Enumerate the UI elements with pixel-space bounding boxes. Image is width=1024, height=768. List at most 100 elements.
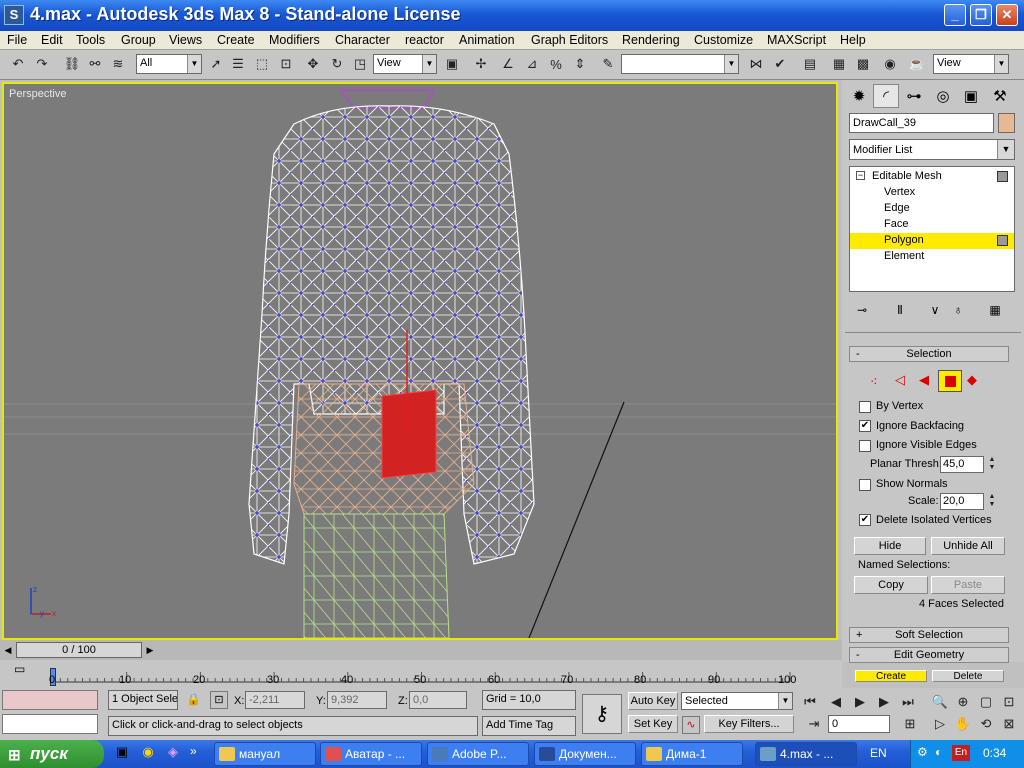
edit-named-selections-icon[interactable]: ✎ [598, 54, 618, 74]
start-button[interactable]: ⊞ пуск [0, 740, 104, 768]
paste-button[interactable]: Paste [931, 576, 1005, 594]
maxscript-listener-mini[interactable] [2, 690, 98, 710]
percent-snap-icon[interactable]: % [546, 54, 566, 74]
stack-item-edge[interactable]: Edge [850, 201, 1014, 217]
by-vertex-checkbox[interactable] [859, 401, 871, 413]
spinner-snap-icon[interactable]: ⇕ [570, 54, 590, 74]
make-unique-icon[interactable]: ∨ [925, 300, 945, 320]
select-object-icon[interactable]: ➚ [206, 54, 226, 74]
element-level-icon[interactable]: ◆ [967, 372, 977, 388]
utilities-icon[interactable]: ⚒ [987, 84, 1013, 108]
menu-file[interactable]: File [7, 33, 27, 47]
close-button[interactable]: ✕ [996, 4, 1018, 26]
arc-rotate-icon[interactable]: ⟲ [976, 714, 996, 734]
z-coordinate-field[interactable]: 0,0 [409, 691, 467, 709]
menu-maxscript[interactable]: MAXScript [767, 33, 826, 47]
zoom-all-icon[interactable]: ⊕ [953, 692, 973, 712]
polygon-level-button[interactable] [938, 370, 962, 392]
quick-launch-overflow-icon[interactable]: » [190, 744, 204, 764]
taskbar-item-avatar[interactable]: Аватар - ... [320, 742, 422, 766]
current-frame-field[interactable]: 0 [828, 715, 890, 733]
reference-coordinate-dropdown[interactable]: View ▼ [373, 54, 437, 74]
y-coordinate-field[interactable]: 9,392 [327, 691, 387, 709]
zoom-extents-all-icon[interactable]: ⊡ [999, 692, 1019, 712]
default-in-out-tangents-icon[interactable]: ∿ [682, 716, 700, 734]
stack-item-polygon[interactable]: Polygon [850, 233, 1014, 249]
absolute-mode-transform-icon[interactable]: ⊡ [210, 691, 228, 709]
window-crossing-icon[interactable]: ⊡ [276, 54, 296, 74]
title-bar[interactable]: S 4.max - Autodesk 3ds Max 8 - Stand-alo… [0, 0, 1024, 31]
menu-help[interactable]: Help [840, 33, 866, 47]
menu-customize[interactable]: Customize [694, 33, 753, 47]
rectangular-selection-icon[interactable]: ⬚ [252, 54, 272, 74]
modify-icon[interactable]: ◜ [873, 84, 899, 108]
create-icon[interactable]: ✹ [846, 84, 872, 108]
layer-manager-icon[interactable]: ▤ [800, 54, 820, 74]
menu-rendering[interactable]: Rendering [622, 33, 680, 47]
field-of-view-icon[interactable]: ▷ [930, 714, 950, 734]
edit-geometry-rollout-header[interactable]: - Edit Geometry [849, 647, 1009, 663]
menu-animation[interactable]: Animation [459, 33, 515, 47]
select-and-move-icon[interactable]: ✥ [303, 54, 323, 74]
pivot-center-icon[interactable]: ▣ [442, 54, 462, 74]
motion-icon[interactable]: ◎ [930, 84, 956, 108]
stack-item-element[interactable]: Element [850, 249, 1014, 265]
remove-modifier-icon[interactable]: ♁ [948, 300, 968, 320]
align-icon[interactable]: ✔ [770, 54, 790, 74]
tray-language-icon[interactable]: En [952, 745, 970, 761]
minimize-button[interactable]: _ [944, 4, 966, 26]
menu-character[interactable]: Character [335, 33, 390, 47]
menu-views[interactable]: Views [169, 33, 202, 47]
next-frame-icon[interactable]: ▶ [142, 643, 158, 657]
menu-tools[interactable]: Tools [76, 33, 105, 47]
select-by-name-icon[interactable]: ☰ [228, 54, 248, 74]
schematic-view-icon[interactable]: ▩ [853, 54, 873, 74]
stack-item-face[interactable]: Face [850, 217, 1014, 233]
soft-selection-rollout-header[interactable]: + Soft Selection [849, 627, 1009, 643]
delete-isolated-checkbox[interactable]: ✔ [859, 514, 871, 526]
viewport-canvas[interactable]: z y x [4, 84, 836, 638]
create-button[interactable]: Create [855, 670, 927, 682]
3ds-max-icon[interactable]: S [4, 5, 24, 25]
key-mode-toggle-icon[interactable]: ⇥ [804, 714, 824, 734]
planar-thresh-spinner[interactable]: ▲ ▼ [987, 456, 997, 473]
stack-item-vertex[interactable]: Vertex [850, 185, 1014, 201]
restore-button[interactable]: ❐ [970, 4, 992, 26]
undo-icon[interactable]: ↶ [8, 54, 28, 74]
render-view-dropdown[interactable]: View ▼ [933, 54, 1009, 74]
taskbar-item-dima[interactable]: Дима-1 [641, 742, 743, 766]
taskbar-item-3dsmax[interactable]: 4.max - ... [755, 742, 857, 766]
planar-thresh-field[interactable]: 45,0 [940, 456, 984, 473]
pan-view-icon[interactable]: ✋ [953, 714, 973, 734]
tray-network-icon[interactable]: ⚙ [917, 745, 928, 759]
scale-spinner[interactable]: ▲ ▼ [987, 493, 997, 510]
play-icon[interactable]: ▶ [850, 692, 870, 712]
time-configuration-icon[interactable]: ⊞ [900, 714, 920, 734]
selection-filter-dropdown[interactable]: All ▼ [136, 54, 202, 74]
unlink-icon[interactable]: ⚯ [85, 54, 105, 74]
redo-icon[interactable]: ↷ [32, 54, 52, 74]
tray-sound-icon[interactable]: ◐ [935, 745, 942, 759]
quick-launch-media-icon[interactable]: ◉ [138, 744, 158, 764]
next-key-icon[interactable]: ▶ [874, 692, 894, 712]
track-bar[interactable]: ▭ 0 10 20 30 40 50 60 70 80 90 100 [0, 660, 842, 688]
named-selection-sets-dropdown[interactable]: ▼ [621, 54, 739, 74]
menu-edit[interactable]: Edit [41, 33, 63, 47]
configure-modifier-sets-icon[interactable]: ▦ [985, 300, 1005, 320]
key-filters-button[interactable]: Key Filters... [704, 715, 794, 733]
menu-graph-editors[interactable]: Graph Editors [531, 33, 608, 47]
bind-space-warp-icon[interactable]: ≋ [108, 54, 128, 74]
delete-button[interactable]: Delete [932, 670, 1004, 682]
key-mode-dropdown[interactable]: Selected ▼ [681, 692, 793, 710]
edge-level-icon[interactable]: ◁ [895, 372, 905, 388]
menu-reactor[interactable]: reactor [405, 33, 444, 47]
scale-field[interactable]: 20,0 [940, 493, 984, 510]
material-editor-icon[interactable]: ◉ [880, 54, 900, 74]
select-and-manipulate-icon[interactable]: ✢ [471, 54, 491, 74]
snaps-toggle-icon[interactable]: ∠ [498, 54, 518, 74]
pin-stack-icon[interactable]: ⊸ [852, 300, 872, 320]
modifier-list-dropdown[interactable]: Modifier List ▼ [849, 139, 1015, 160]
hierarchy-icon[interactable]: ⊶ [901, 84, 927, 108]
maximize-viewport-icon[interactable]: ⊠ [999, 714, 1019, 734]
quick-launch-browser-icon[interactable]: ◈ [163, 744, 183, 764]
